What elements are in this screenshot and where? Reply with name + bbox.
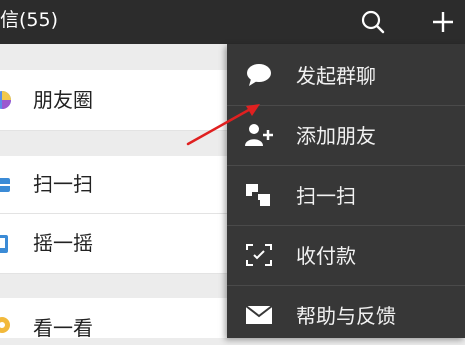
shake-icon bbox=[0, 233, 12, 255]
menu-item-label: 帮助与反馈 bbox=[296, 304, 396, 328]
chat-bubble-icon bbox=[244, 62, 274, 88]
list-item-label: 朋友圈 bbox=[33, 88, 93, 112]
scan-icon bbox=[244, 182, 274, 208]
plus-icon[interactable] bbox=[426, 5, 460, 39]
money-icon bbox=[244, 242, 274, 268]
menu-item-label: 添加朋友 bbox=[296, 124, 376, 148]
page-title: 信(55) bbox=[0, 9, 59, 31]
top-stories-icon bbox=[0, 314, 12, 336]
menu-item-help-feedback[interactable]: 帮助与反馈 bbox=[227, 286, 465, 345]
menu-item-label: 收付款 bbox=[296, 244, 356, 268]
menu-item-label: 发起群聊 bbox=[296, 64, 376, 88]
annotation-arrow bbox=[186, 104, 260, 146]
search-icon[interactable] bbox=[356, 5, 390, 39]
mail-icon bbox=[244, 302, 274, 328]
menu-item-money[interactable]: 收付款 bbox=[227, 226, 465, 286]
menu-item-label: 扫一扫 bbox=[296, 184, 356, 208]
list-item-label: 摇一摇 bbox=[33, 231, 93, 255]
top-bar: 信(55) bbox=[0, 0, 465, 44]
list-item-label: 扫一扫 bbox=[33, 172, 93, 196]
menu-item-scan[interactable]: 扫一扫 bbox=[227, 166, 465, 226]
moments-icon bbox=[0, 89, 12, 111]
scan-icon bbox=[0, 174, 12, 196]
popup-menu: 发起群聊 添加朋友 扫一扫 收付款 帮助与反馈 bbox=[227, 44, 465, 338]
